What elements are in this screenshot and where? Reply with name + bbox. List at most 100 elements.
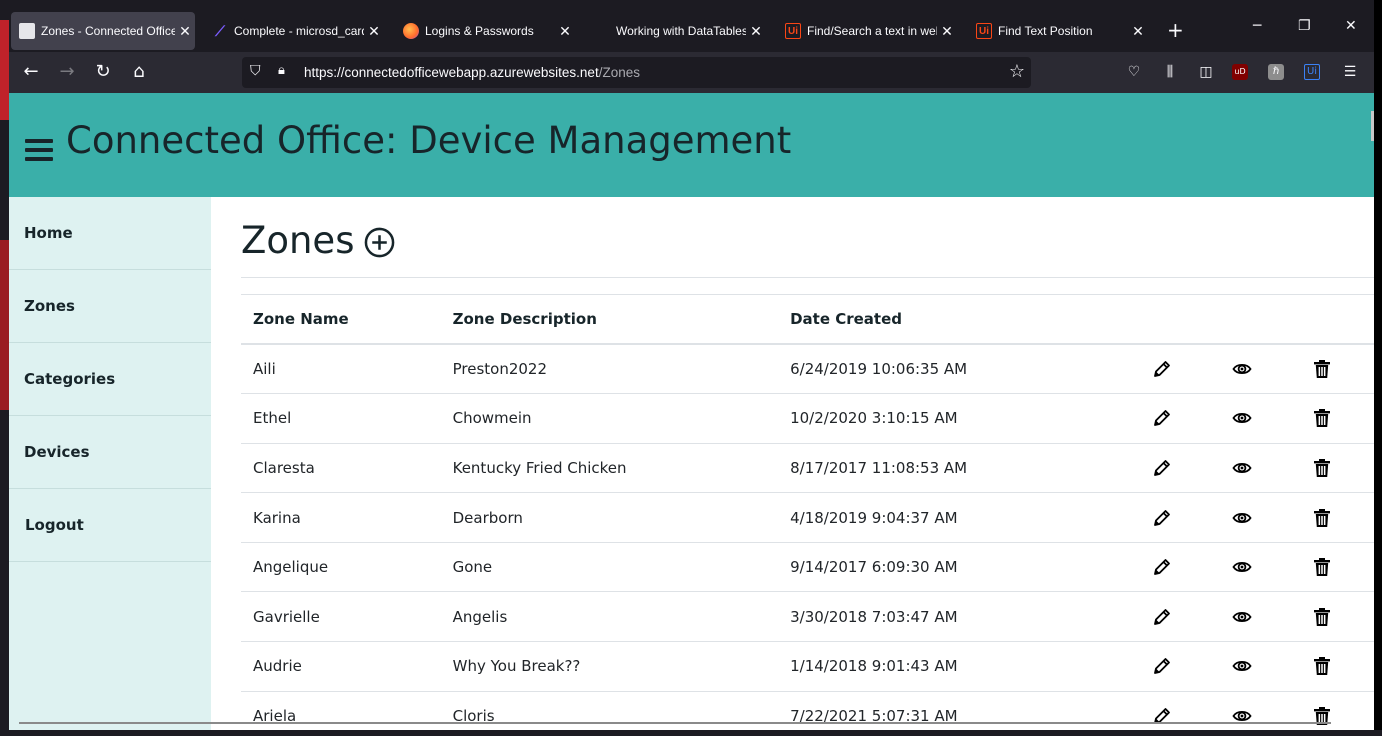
vertical-scrollbar[interactable] [1371, 111, 1374, 141]
close-tab-icon[interactable]: ✕ [364, 23, 384, 40]
close-tab-icon[interactable]: ✕ [746, 23, 766, 40]
close-tab-icon[interactable]: ✕ [555, 23, 575, 40]
action-cell [1122, 641, 1203, 692]
add-circle-icon[interactable] [364, 227, 395, 258]
lock-icon[interactable]: 🔒︎ [278, 63, 296, 81]
sidebar-item-label: Categories [24, 370, 116, 388]
menu-icon[interactable]: ☰ [1340, 62, 1360, 82]
delete-icon[interactable] [1312, 458, 1332, 477]
table-cell: 4/18/2019 9:04:37 AM [778, 492, 1123, 543]
view-icon[interactable] [1232, 657, 1252, 675]
delete-icon[interactable] [1312, 657, 1332, 676]
close-tab-icon[interactable]: ✕ [1128, 23, 1148, 40]
page-title: Zones [241, 219, 395, 262]
window-close-button[interactable]: ✕ [1345, 18, 1357, 34]
column-header: Zone Description [440, 295, 779, 345]
action-cell [1282, 492, 1362, 543]
navigation-toolbar: ← → ↻ ⌂ ⛉ 🔒︎ https://connectedofficeweba… [9, 52, 1374, 93]
action-cell [1122, 393, 1203, 444]
action-cell [1282, 344, 1362, 395]
edit-icon[interactable] [1152, 360, 1172, 378]
shield-icon[interactable]: ⛉ [250, 63, 268, 81]
edit-icon[interactable] [1152, 508, 1172, 526]
tab-find-text-position[interactable]: Ui Find Text Position ✕ [968, 12, 1148, 50]
forward-icon[interactable]: → [55, 60, 79, 84]
taskbar-edge [0, 730, 1382, 736]
sidebar-item-zones[interactable]: Zones [9, 270, 211, 343]
view-icon[interactable] [1232, 360, 1252, 378]
delete-icon[interactable] [1312, 508, 1332, 527]
back-icon[interactable]: ← [19, 60, 43, 84]
tab-zones[interactable]: Zones - Connected Office ✕ [11, 12, 195, 50]
table-cell: 8/17/2017 11:08:53 AM [778, 443, 1123, 494]
view-icon[interactable] [1232, 558, 1252, 576]
close-tab-icon[interactable]: ✕ [175, 23, 195, 40]
edit-icon[interactable] [1152, 558, 1172, 576]
table-cell: Aili [241, 344, 441, 395]
sidebar: Home Zones Categories Devices Logout [9, 197, 211, 736]
url-text[interactable]: https://connectedofficewebapp.azurewebsi… [304, 65, 640, 80]
action-cell [1202, 443, 1283, 494]
action-cell [1282, 641, 1362, 692]
edit-icon[interactable] [1152, 607, 1172, 625]
view-icon[interactable] [1232, 508, 1252, 526]
reload-icon[interactable]: ↻ [91, 60, 115, 84]
table-cell: Kentucky Fried Chicken [440, 443, 779, 494]
table-cell: Dearborn [440, 492, 779, 543]
table-cell: Claresta [241, 443, 441, 494]
delete-icon[interactable] [1312, 409, 1332, 428]
home-icon[interactable]: ⌂ [127, 60, 151, 84]
delete-icon[interactable] [1312, 558, 1332, 577]
tab-datatables[interactable]: Working with DataTables ✕ [586, 12, 766, 50]
uipath-extension-icon[interactable]: Ui [1304, 64, 1320, 80]
edit-icon[interactable] [1152, 657, 1172, 675]
column-header: Date Created [778, 295, 1123, 345]
view-icon[interactable] [1232, 409, 1252, 427]
ublock-icon[interactable]: uD [1232, 64, 1248, 80]
address-bar[interactable]: ⛉ 🔒︎ https://connectedofficewebapp.azure… [242, 57, 1031, 88]
tab-bar: Zones - Connected Office ✕ ⟋ Complete - … [9, 0, 1374, 52]
close-tab-icon[interactable]: ✕ [937, 23, 957, 40]
new-tab-button[interactable]: + [1167, 18, 1184, 42]
edit-icon[interactable] [1152, 409, 1172, 427]
bookmark-star-icon[interactable]: ☆ [1009, 61, 1025, 82]
sidebar-item-home[interactable]: Home [9, 197, 211, 270]
table-cell: Gavrielle [241, 591, 441, 643]
table-row: Karina Dearborn 4/18/2019 9:04:37 AM [241, 492, 1374, 543]
edit-icon[interactable] [1152, 458, 1172, 476]
delete-icon[interactable] [1312, 607, 1332, 626]
document-icon [19, 23, 35, 39]
column-header [1282, 295, 1362, 345]
sidebar-item-logout[interactable]: Logout [9, 489, 211, 562]
tab-title: Zones - Connected Office [41, 24, 175, 38]
tab-logins-passwords[interactable]: Logins & Passwords ✕ [395, 12, 575, 50]
browser-window: Zones - Connected Office ✕ ⟋ Complete - … [9, 0, 1374, 736]
view-icon[interactable] [1232, 607, 1252, 625]
column-header [1122, 295, 1203, 345]
table-cell [1362, 641, 1374, 692]
table-cell: 1/14/2018 9:01:43 AM [778, 641, 1123, 692]
tab-complete-microsd[interactable]: ⟋ Complete - microsd_card ✕ [204, 12, 384, 50]
delete-icon[interactable] [1312, 360, 1332, 379]
ms-logo-icon: ⟋ [215, 22, 225, 39]
extension-icon[interactable]: ℏ [1268, 64, 1284, 80]
restore-button[interactable]: ❐ [1298, 18, 1311, 34]
minimize-button[interactable]: ─ [1253, 18, 1261, 34]
library-icon[interactable]: ⫼ [1160, 62, 1180, 82]
action-cell [1122, 492, 1203, 543]
tab-find-search-text[interactable]: Ui Find/Search a text in web ✕ [777, 12, 957, 50]
firefox-icon [403, 23, 419, 39]
view-icon[interactable] [1232, 458, 1252, 476]
hamburger-menu-icon[interactable] [25, 139, 53, 161]
sidebar-toggle-icon[interactable]: ◫ [1196, 62, 1216, 82]
table-cell: Chowmein [440, 393, 779, 444]
pocket-icon[interactable]: ♡ [1124, 62, 1144, 82]
table-body: Aili Preston2022 6/24/2019 10:06:35 AM Ethe… [241, 344, 1374, 736]
tab-title: Complete - microsd_card [234, 24, 364, 38]
sidebar-item-label: Logout [25, 516, 84, 534]
column-header [1362, 295, 1374, 345]
horizontal-scrollbar[interactable] [19, 722, 1331, 724]
table-row: Ethel Chowmein 10/2/2020 3:10:15 AM [241, 393, 1374, 444]
sidebar-item-devices[interactable]: Devices [9, 416, 211, 489]
sidebar-item-categories[interactable]: Categories [9, 343, 211, 416]
